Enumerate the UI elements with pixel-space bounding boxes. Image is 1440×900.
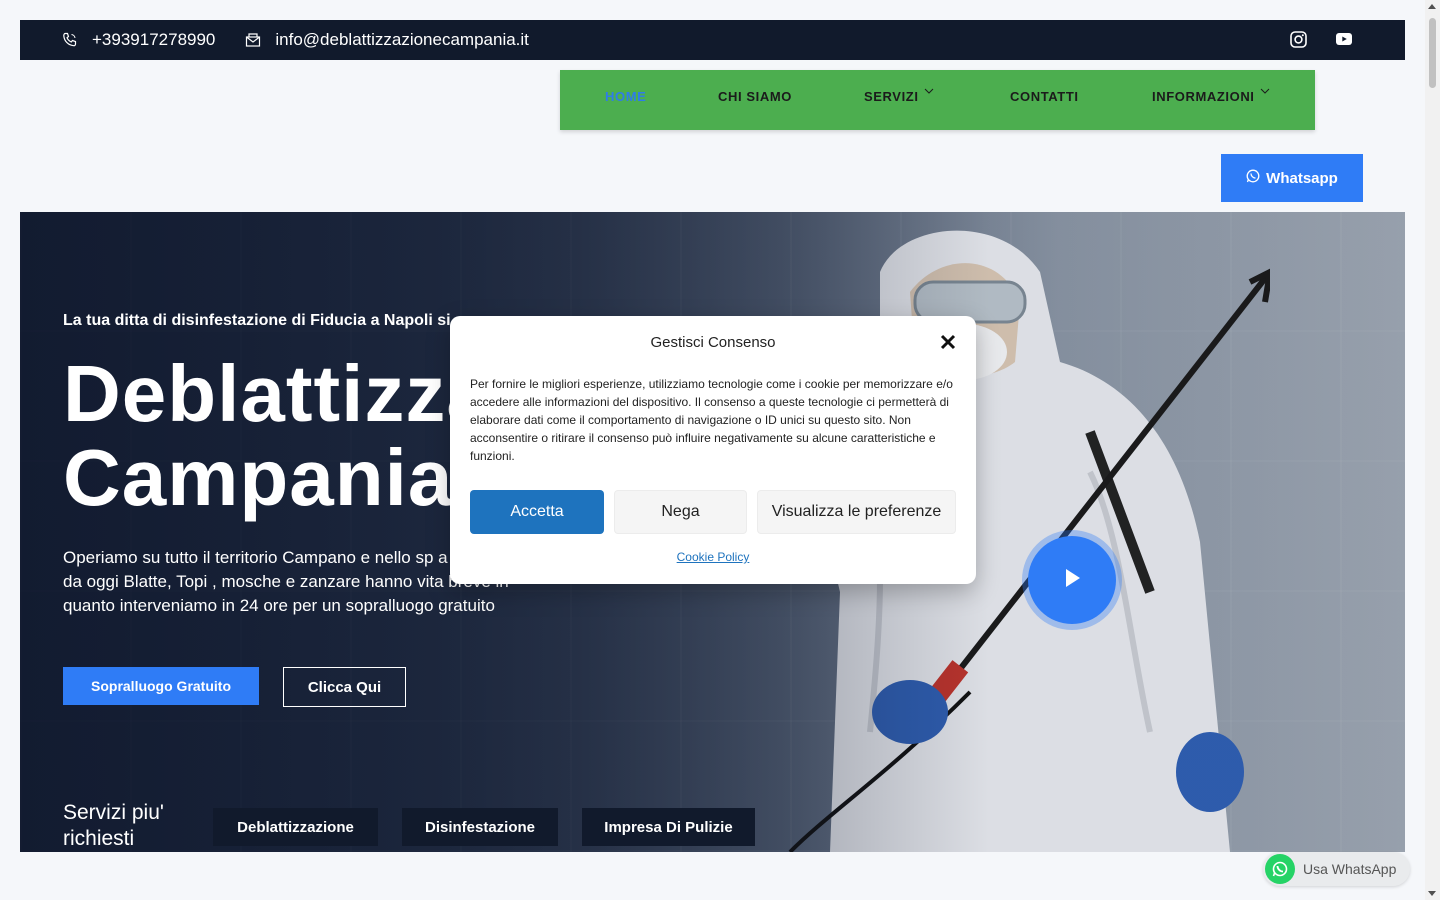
cookie-consent-modal: Gestisci Consenso Per fornire le miglior… (450, 316, 976, 584)
preferences-button[interactable]: Visualizza le preferenze (757, 490, 956, 534)
nav-label: INFORMAZIONI (1152, 89, 1255, 104)
nav-item-servizi[interactable]: SERVIZI (864, 88, 935, 104)
hero-heading: Deblattizza Campania (63, 352, 492, 520)
email-icon (245, 32, 261, 48)
social-links (1289, 30, 1353, 48)
hero-heading-line2: Campania (63, 433, 454, 522)
nav-item-chi-siamo[interactable]: CHI SIAMO (718, 89, 792, 104)
page-scrollbar[interactable] (1425, 0, 1440, 900)
services-title: Servizi piu' richiesti (63, 801, 164, 850)
youtube-icon[interactable] (1335, 30, 1353, 48)
nav-item-contatti[interactable]: CONTATTI (1010, 89, 1079, 104)
accept-button[interactable]: Accetta (470, 490, 604, 534)
scroll-down-icon[interactable] (1428, 891, 1436, 896)
hero-tagline: La tua ditta di disinfestazione di Fiduc… (63, 312, 465, 329)
instagram-icon[interactable] (1289, 30, 1307, 48)
play-video-button[interactable] (1028, 536, 1116, 624)
nav-item-home[interactable]: HOME (605, 89, 646, 104)
sopralluogo-button[interactable]: Sopralluogo Gratuito (63, 667, 259, 705)
phone-contact[interactable]: +393917278990 (62, 30, 215, 50)
floating-whatsapp-button[interactable]: Usa WhatsApp (1263, 852, 1410, 886)
phone-number[interactable]: +393917278990 (92, 30, 215, 50)
modal-body: Per fornire le migliori esperienze, util… (470, 377, 953, 463)
scrollbar-thumb[interactable] (1429, 18, 1436, 88)
play-icon (1061, 567, 1083, 594)
nav-label: CHI SIAMO (718, 89, 793, 104)
service-deblattizzazione[interactable]: Deblattizzazione (213, 808, 378, 846)
chevron-down-icon (1259, 85, 1271, 97)
cookie-policy-link[interactable]: Cookie Policy (450, 550, 976, 564)
chevron-down-icon (923, 85, 935, 97)
nav-label: CONTATTI (1010, 89, 1079, 104)
whatsapp-icon (1246, 169, 1260, 187)
email-contact[interactable]: info@deblattizzazionecampania.it (245, 30, 529, 50)
whatsapp-button-label: Whatsapp (1266, 169, 1338, 187)
deny-button[interactable]: Nega (614, 490, 747, 534)
phone-icon (62, 32, 78, 48)
close-icon[interactable] (940, 334, 956, 350)
whatsapp-button[interactable]: Whatsapp (1221, 154, 1363, 202)
clicca-qui-button[interactable]: Clicca Qui (283, 667, 406, 707)
modal-title: Gestisci Consenso (650, 334, 776, 351)
scroll-up-icon[interactable] (1428, 4, 1436, 9)
service-disinfestazione[interactable]: Disinfestazione (402, 808, 558, 846)
top-bar: +393917278990 info@deblattizzazionecampa… (20, 20, 1405, 60)
nav-label: HOME (605, 89, 647, 104)
whatsapp-icon (1265, 854, 1295, 884)
nav-label: SERVIZI (864, 89, 919, 104)
hero-heading-line1: Deblattizza (63, 349, 492, 438)
main-navigation: HOME CHI SIAMO SERVIZI CONTATTI INFORMAZ… (560, 70, 1315, 130)
service-impresa-di-pulizie[interactable]: Impresa Di Pulizie (582, 808, 755, 846)
nav-item-informazioni[interactable]: INFORMAZIONI (1152, 88, 1271, 104)
floating-whatsapp-label: Usa WhatsApp (1303, 861, 1397, 877)
email-address[interactable]: info@deblattizzazionecampania.it (275, 30, 529, 50)
